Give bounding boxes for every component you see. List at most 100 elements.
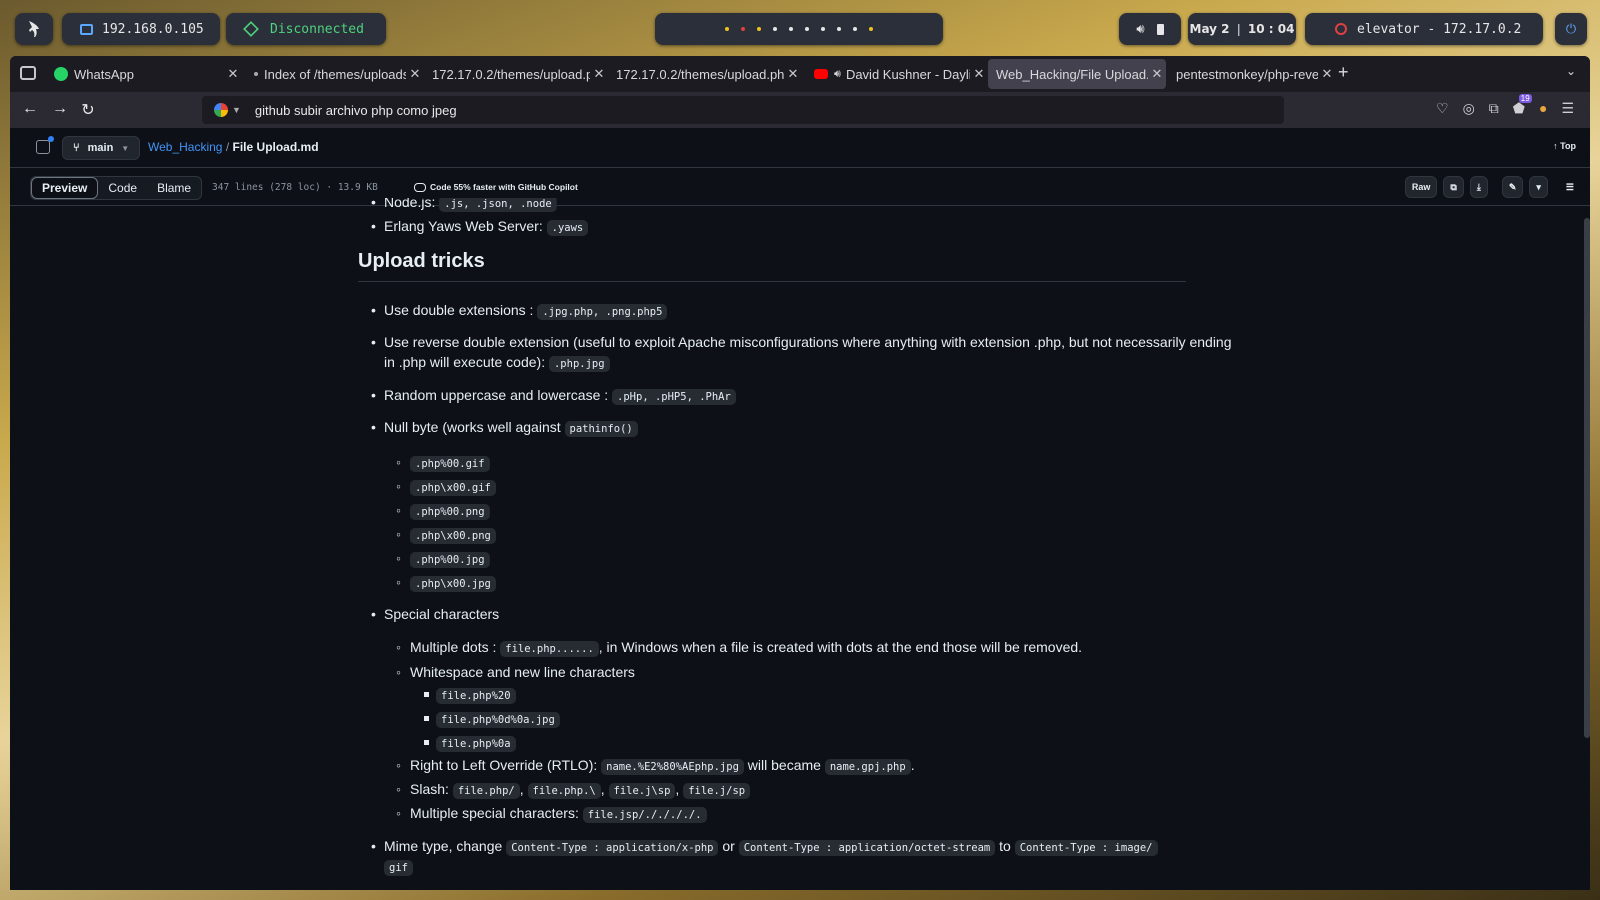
tab-label: Index of /themes/uploads bbox=[264, 66, 406, 82]
copy-icon[interactable]: ⧉ bbox=[1443, 176, 1464, 198]
menu-icon[interactable]: ☰ bbox=[1561, 100, 1574, 117]
workspace-dot[interactable] bbox=[853, 27, 857, 31]
tab-code[interactable]: Code bbox=[98, 177, 147, 199]
page-scrollbar[interactable] bbox=[1584, 218, 1590, 738]
chevron-down-icon[interactable]: ▾ bbox=[1529, 176, 1548, 198]
close-icon[interactable]: ✕ bbox=[224, 66, 242, 82]
address-bar[interactable]: ▼ github subir archivo php como jpeg bbox=[202, 96, 1284, 124]
item-label: Whitespace and new line characters bbox=[410, 664, 635, 680]
branch-selector[interactable]: ⑂ main ▼ bbox=[62, 136, 140, 160]
workspace-switcher[interactable] bbox=[655, 13, 943, 45]
list-item: Right to Left Override (RTLO): name.%E2%… bbox=[358, 755, 915, 777]
speaker-icon[interactable]: 🔊︎ bbox=[834, 68, 841, 81]
tab-pentestmonkey[interactable]: pentestmonkey/php-reverse-shell ✕ bbox=[1168, 59, 1336, 89]
audio-battery-tray[interactable]: 🔊︎ bbox=[1119, 13, 1181, 45]
workspace-dot[interactable] bbox=[837, 27, 841, 31]
inline-code: name.gpj.php bbox=[824, 759, 911, 775]
pocket-icon[interactable]: ♡ bbox=[1436, 100, 1449, 117]
workspace-dot[interactable] bbox=[741, 27, 745, 31]
tab-upload-php-2[interactable]: 172.17.0.2/themes/upload.php ✕ bbox=[608, 59, 802, 89]
inline-code: .php.jpg bbox=[548, 356, 610, 372]
tab-overview-icon[interactable] bbox=[20, 66, 36, 80]
tab-upload-php-1[interactable]: 172.17.0.2/themes/upload.php ✕ bbox=[424, 59, 608, 89]
tab-list-chevron-icon[interactable]: ⌄ bbox=[1566, 64, 1576, 78]
extension-icon[interactable]: ● bbox=[1539, 100, 1547, 117]
inline-code: file.php%0a bbox=[436, 736, 516, 752]
item-label: Slash: bbox=[410, 781, 449, 797]
tab-label: 172.17.0.2/themes/upload.php bbox=[616, 66, 784, 82]
google-icon[interactable] bbox=[214, 103, 228, 117]
file-header: ⑂ main ▼ Web_Hacking / File Upload.md ↑ … bbox=[10, 128, 1590, 168]
local-ip-indicator[interactable]: 192.168.0.105 bbox=[62, 13, 220, 45]
power-button[interactable]: ⏻ bbox=[1555, 13, 1587, 45]
inline-code: file.php/ bbox=[452, 783, 520, 799]
new-tab-button[interactable]: + bbox=[1338, 62, 1349, 83]
list-item: file.php%0d%0a.jpg bbox=[358, 708, 560, 730]
workspace-dot[interactable] bbox=[805, 27, 809, 31]
kali-dragon-icon bbox=[29, 21, 39, 37]
speaker-icon[interactable]: 🔊︎ bbox=[1136, 22, 1144, 37]
download-icon[interactable]: ⤓ bbox=[1469, 176, 1488, 198]
workspace-dot[interactable] bbox=[869, 27, 873, 31]
sidebar-toggle-icon[interactable] bbox=[36, 136, 54, 154]
list-item: .php%00.gif bbox=[358, 452, 490, 474]
tab-label: WhatsApp bbox=[74, 66, 134, 82]
back-button[interactable]: ← bbox=[20, 100, 40, 118]
top-label: Top bbox=[1560, 141, 1576, 151]
account-icon[interactable]: ◎ bbox=[1463, 100, 1475, 117]
tab-whatsapp[interactable]: WhatsApp ✕ bbox=[46, 59, 242, 89]
inline-code: .php%00.png bbox=[410, 504, 490, 520]
back-to-top-button[interactable]: ↑ Top bbox=[1553, 141, 1576, 151]
tab-blame[interactable]: Blame bbox=[147, 177, 201, 199]
breadcrumb-file: File Upload.md bbox=[232, 140, 319, 154]
address-bar-text[interactable]: github subir archivo php como jpeg bbox=[255, 103, 457, 118]
power-icon: ⏻ bbox=[1565, 21, 1577, 37]
workspace-dot[interactable] bbox=[725, 27, 729, 31]
inline-code: .jpg.php, .png.php5 bbox=[537, 304, 668, 320]
forward-button[interactable]: → bbox=[50, 100, 70, 118]
tab-index-uploads[interactable]: Index of /themes/uploads ✕ bbox=[246, 59, 424, 89]
tab-preview[interactable]: Preview bbox=[31, 177, 99, 199]
close-icon[interactable]: ✕ bbox=[1148, 66, 1166, 82]
item-label: Multiple dots : bbox=[410, 639, 497, 655]
close-icon[interactable]: ✕ bbox=[406, 66, 424, 82]
close-icon[interactable]: ✕ bbox=[1318, 66, 1336, 82]
inline-code: file.php%0d%0a.jpg bbox=[436, 712, 560, 728]
close-icon[interactable]: ✕ bbox=[970, 66, 988, 82]
close-icon[interactable]: ✕ bbox=[590, 66, 608, 82]
clock-text: May 2 ❘ 10 : 04 bbox=[1189, 22, 1295, 36]
inline-code: .php\x00.gif bbox=[410, 480, 496, 496]
item-label: Random uppercase and lowercase : bbox=[384, 387, 609, 403]
list-item: .php%00.png bbox=[358, 500, 490, 522]
whatsapp-icon bbox=[54, 67, 68, 81]
branch-name: main bbox=[87, 142, 114, 154]
vpn-status-indicator[interactable]: Disconnected bbox=[226, 13, 386, 45]
ublock-count-badge: 19 bbox=[1518, 94, 1532, 103]
workspace-dot[interactable] bbox=[789, 27, 793, 31]
kali-menu-button[interactable] bbox=[15, 13, 53, 45]
workspace-dot[interactable] bbox=[821, 27, 825, 31]
ublock-icon[interactable]: ⬟ 19 bbox=[1513, 94, 1532, 117]
chevron-down-icon[interactable]: ▼ bbox=[232, 105, 241, 115]
file-info: 347 lines (278 loc) · 13.9 KB bbox=[212, 182, 378, 193]
edit-pencil-icon[interactable]: ✎ bbox=[1501, 176, 1524, 198]
copilot-promo[interactable]: Code 55% faster with GitHub Copilot bbox=[414, 182, 578, 192]
breadcrumb-repo-link[interactable]: Web_Hacking bbox=[148, 140, 222, 154]
raw-button[interactable]: Raw bbox=[1404, 176, 1438, 198]
close-icon[interactable]: ✕ bbox=[784, 66, 802, 82]
workspace-dot[interactable] bbox=[757, 27, 761, 31]
extensions-icon[interactable]: ⧉ bbox=[1489, 100, 1499, 117]
tab-youtube[interactable]: 🔊︎ David Kushner - Daylight ✕ bbox=[806, 59, 988, 89]
target-indicator[interactable]: elevator - 172.17.0.2 bbox=[1305, 13, 1543, 45]
list-item: file.php%0a bbox=[358, 732, 516, 754]
copilot-icon bbox=[414, 182, 426, 192]
tab-web-hacking[interactable]: Web_Hacking/File Upload.md ✕ bbox=[988, 59, 1166, 89]
inline-code: Content-Type : image/ bbox=[1014, 840, 1158, 856]
outline-list-icon[interactable]: ☰ bbox=[1560, 176, 1580, 198]
workspace-dot[interactable] bbox=[773, 27, 777, 31]
reload-button[interactable]: ↻ bbox=[78, 100, 98, 120]
clock[interactable]: May 2 ❘ 10 : 04 bbox=[1188, 13, 1296, 45]
list-item: Null byte (works well against pathinfo() bbox=[358, 417, 638, 439]
item-text: will became bbox=[747, 757, 821, 773]
inline-code: .yaws bbox=[546, 220, 589, 236]
